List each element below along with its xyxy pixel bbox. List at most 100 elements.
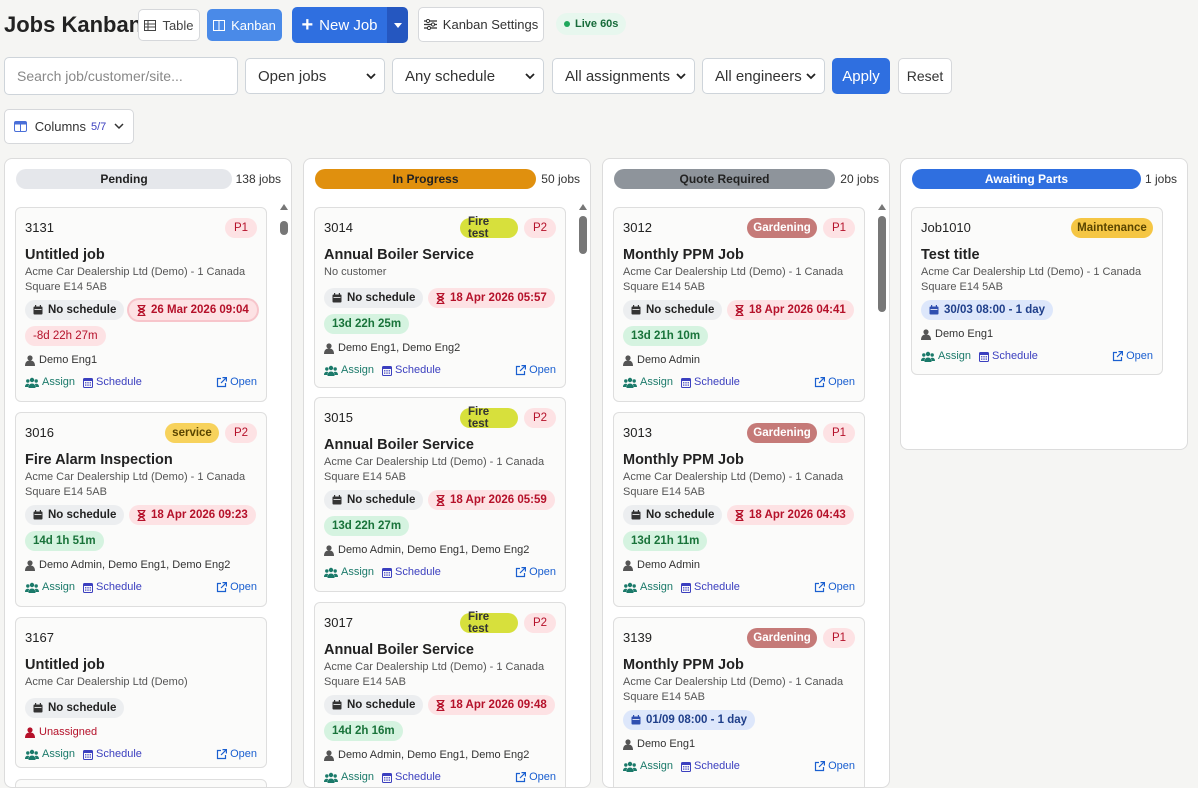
job-card[interactable]: 3013 P1 Gardening Monthly PPM Job Acme Car D…: [613, 412, 865, 607]
schedule-link[interactable]: Schedule: [83, 376, 142, 388]
schedule-text: No schedule: [347, 699, 416, 711]
assign-link[interactable]: Assign: [25, 748, 75, 760]
job-card[interactable]: 3016 P2 service Fire Alarm Inspection Acme C…: [15, 412, 267, 607]
assign-link[interactable]: Assign: [623, 376, 673, 388]
user-icon: [25, 726, 35, 738]
card-actions: Assign Schedule Open: [25, 580, 257, 594]
assigned-engineers: Demo Admin, Demo Eng1, Demo Eng2: [324, 544, 529, 556]
scroll-up-arrow[interactable]: [878, 204, 886, 210]
job-customer: Acme Car Dealership Ltd (Demo) - 1 Canad…: [623, 471, 844, 498]
chevron-down-icon: [525, 72, 535, 80]
schedule-link[interactable]: Schedule: [83, 581, 142, 593]
open-link[interactable]: Open: [216, 376, 257, 388]
table-view-button[interactable]: Table: [138, 9, 200, 41]
assign-link[interactable]: Assign: [623, 581, 673, 593]
scrollbar-thumb[interactable]: [579, 216, 587, 254]
job-card[interactable]: [15, 779, 267, 787]
open-link[interactable]: Open: [216, 581, 257, 593]
schedule-link[interactable]: Schedule: [681, 581, 740, 593]
schedule-link[interactable]: Schedule: [382, 364, 441, 376]
due-date-badge: 26 Mar 2026 09:04: [129, 300, 257, 320]
job-card[interactable]: 3012 P1 Gardening Monthly PPM Job Acme Car D…: [613, 207, 865, 402]
job-customer: Acme Car Dealership Ltd (Demo) - 1 Canad…: [324, 456, 545, 483]
open-link[interactable]: Open: [814, 376, 855, 388]
open-label: Open: [1126, 350, 1153, 362]
card-actions: Assign Schedule Open: [25, 747, 257, 761]
assign-link[interactable]: Assign: [921, 350, 971, 362]
open-link[interactable]: Open: [515, 566, 556, 578]
kanban-settings-button[interactable]: Kanban Settings: [418, 7, 544, 42]
hourglass-icon: [735, 304, 744, 316]
new-job-button[interactable]: + New Job: [292, 7, 387, 43]
time-remaining-badge: 14d 2h 16m: [324, 721, 403, 741]
assign-link[interactable]: Assign: [324, 771, 374, 783]
open-link[interactable]: Open: [515, 364, 556, 376]
open-link[interactable]: Open: [216, 748, 257, 760]
job-id: 3167: [25, 630, 54, 645]
scrollbar-thumb[interactable]: [878, 216, 886, 312]
job-type-badge: Gardening: [747, 423, 817, 443]
assign-label: Assign: [640, 376, 674, 388]
assigned-engineers: Unassigned: [25, 726, 97, 738]
schedule-select[interactable]: Any schedule: [392, 58, 544, 94]
users-icon: [324, 772, 338, 783]
card-actions: Assign Schedule Open: [623, 759, 855, 773]
schedule-link[interactable]: Schedule: [382, 566, 441, 578]
schedule-link[interactable]: Schedule: [382, 771, 441, 783]
schedule-link[interactable]: Schedule: [83, 748, 142, 760]
time-remaining-badge: 13d 21h 10m: [623, 326, 709, 346]
job-card[interactable]: 3017 P2 Fire test Annual Boiler Service Acme…: [314, 602, 566, 787]
open-link[interactable]: Open: [814, 581, 855, 593]
job-customer: Acme Car Dealership Ltd (Demo): [25, 676, 188, 688]
job-card[interactable]: 3139 P1 Gardening Monthly PPM Job Acme Car D…: [613, 617, 865, 787]
job-card[interactable]: 3014 P2 Fire test Annual Boiler Service No c…: [314, 207, 566, 388]
engineers-text: Demo Eng1: [637, 738, 696, 750]
hourglass-icon: [436, 699, 445, 711]
assign-link[interactable]: Assign: [623, 760, 673, 772]
assign-link[interactable]: Assign: [25, 376, 75, 388]
job-id: 3015: [324, 410, 353, 425]
schedule-link[interactable]: Schedule: [681, 376, 740, 388]
schedule-label: Schedule: [96, 581, 142, 593]
due-date-badge: 18 Apr 2026 05:59: [428, 490, 555, 510]
engineers-text: Demo Admin, Demo Eng1, Demo Eng2: [338, 544, 530, 556]
search-input[interactable]: Search job/customer/site...: [4, 57, 238, 95]
external-link-icon: [515, 771, 527, 783]
open-link[interactable]: Open: [515, 771, 556, 783]
assign-link[interactable]: Assign: [324, 566, 374, 578]
time-remaining-badge: 13d 22h 25m: [324, 314, 410, 334]
schedule-text: 30/03 08:00 - 1 day: [944, 304, 1046, 316]
open-label: Open: [529, 771, 556, 783]
engineers-select[interactable]: All engineers: [702, 58, 825, 94]
due-date-badge: 18 Apr 2026 05:57: [428, 288, 555, 308]
kanban-view-button[interactable]: Kanban: [207, 9, 282, 41]
schedule-link[interactable]: Schedule: [979, 350, 1038, 362]
reset-button[interactable]: Reset: [898, 58, 952, 94]
job-card[interactable]: Job1010 Maintenance Test title Acme Car Dea…: [911, 207, 1163, 375]
columns-label: Columns: [34, 119, 86, 134]
scroll-up-arrow[interactable]: [280, 204, 288, 210]
assign-label: Assign: [42, 376, 76, 388]
assignments-select[interactable]: All assignments: [552, 58, 695, 94]
schedule-badge: No schedule: [25, 300, 125, 320]
calendar-grid-icon: [979, 351, 990, 362]
job-title: Untitled job: [25, 247, 105, 263]
apply-button[interactable]: Apply: [832, 58, 890, 94]
schedule-link[interactable]: Schedule: [681, 760, 740, 772]
calendar-icon: [33, 703, 43, 713]
columns-button[interactable]: Columns 5/7: [4, 109, 134, 144]
new-job-dropdown-button[interactable]: [387, 7, 408, 43]
scroll-up-arrow[interactable]: [579, 204, 587, 210]
job-card[interactable]: 3015 P2 Fire test Annual Boiler Service Acme…: [314, 397, 566, 592]
user-icon: [623, 354, 633, 366]
assign-link[interactable]: Assign: [25, 581, 75, 593]
open-link[interactable]: Open: [814, 760, 855, 772]
job-card[interactable]: 3167 Untitled job Acme Car Dealership Ltd …: [15, 617, 267, 768]
assignments-select-value: All assignments: [565, 67, 671, 85]
assign-link[interactable]: Assign: [324, 364, 374, 376]
status-select[interactable]: Open jobs: [245, 58, 385, 94]
job-card[interactable]: 3131 P1 Untitled job Acme Car Dealership Lt…: [15, 207, 267, 402]
job-customer: Acme Car Dealership Ltd (Demo) - 1 Canad…: [623, 266, 844, 293]
scrollbar-thumb[interactable]: [280, 221, 288, 235]
open-link[interactable]: Open: [1112, 350, 1153, 362]
